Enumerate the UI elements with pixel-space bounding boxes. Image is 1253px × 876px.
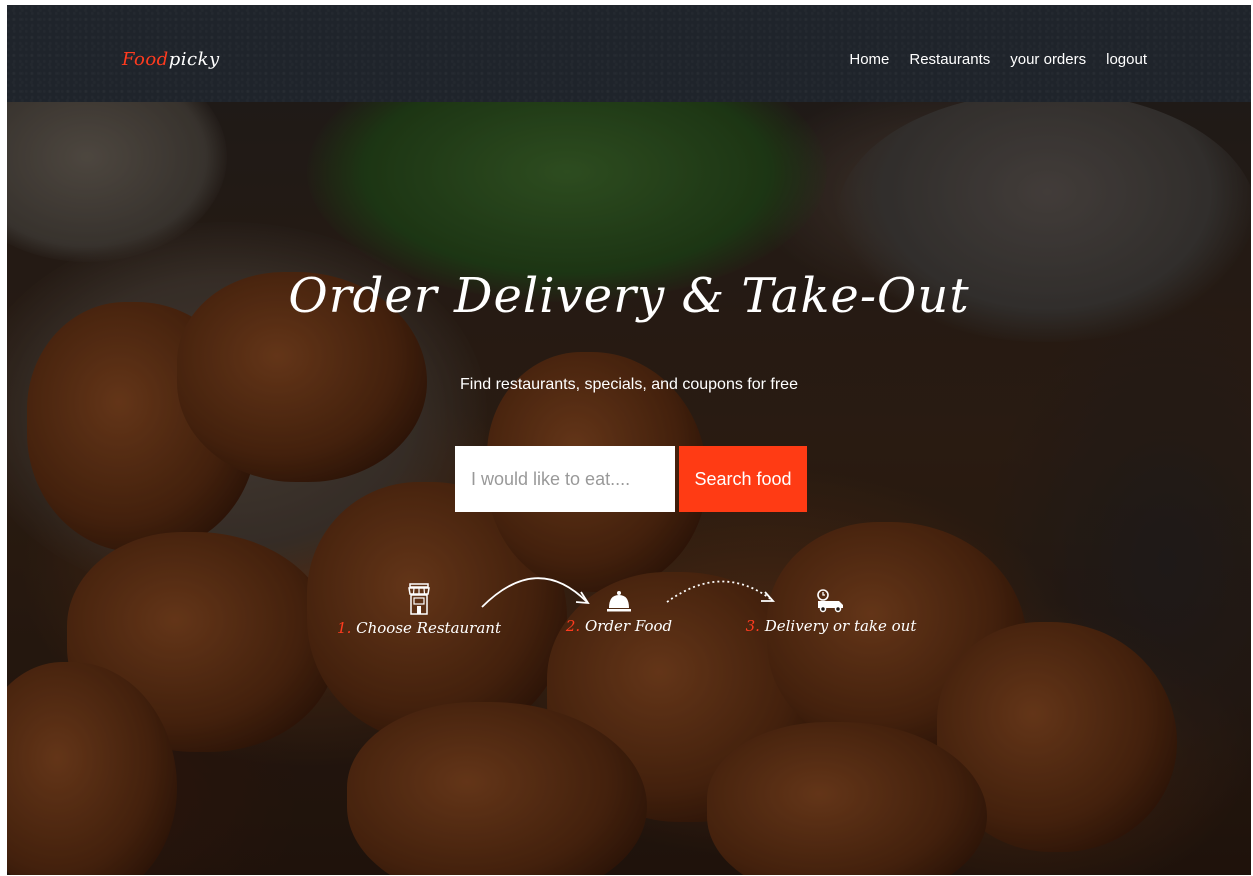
step-label: 3. Delivery or take out: [731, 617, 931, 635]
cloche-icon: [607, 591, 631, 612]
step-text: Choose Restaurant: [356, 619, 501, 637]
nav-restaurants-link[interactable]: Restaurants: [909, 51, 990, 68]
brand-logo[interactable]: Foodpicky: [122, 49, 220, 70]
hero-section: Order Delivery & Take-Out Find restauran…: [7, 102, 1251, 875]
navbar: Foodpicky Home Restaurants your orders l…: [7, 5, 1251, 102]
step-order-food: 2. Order Food: [559, 589, 679, 635]
step-label: 1. Choose Restaurant: [329, 619, 509, 637]
nav-home-link[interactable]: Home: [849, 51, 889, 68]
step-number: 1.: [337, 619, 352, 637]
step-text: Order Food: [584, 617, 673, 635]
page-frame: Foodpicky Home Restaurants your orders l…: [7, 5, 1251, 875]
step-delivery-or-takeout: 3. Delivery or take out: [731, 589, 931, 635]
brand-logo-part1: Food: [122, 49, 169, 70]
brand-logo-part2: picky: [168, 49, 220, 70]
step-number: 3.: [745, 617, 760, 635]
search-food-button[interactable]: Search food: [679, 446, 807, 512]
nav-your-orders-link[interactable]: your orders: [1010, 51, 1086, 68]
delivery-truck-icon: [817, 589, 843, 613]
main-nav: Home Restaurants your orders logout: [849, 51, 1147, 68]
food-search-input[interactable]: [455, 446, 675, 512]
store-icon: [408, 583, 430, 615]
step-text: Delivery or take out: [764, 617, 917, 635]
step-label: 2. Order Food: [559, 617, 679, 635]
hero-subtitle: Find restaurants, specials, and coupons …: [460, 376, 798, 393]
hero-title: Order Delivery & Take-Out: [288, 268, 970, 324]
nav-logout-link[interactable]: logout: [1106, 51, 1147, 68]
food-search-form: Search food: [455, 446, 807, 512]
step-number: 2.: [565, 617, 581, 635]
